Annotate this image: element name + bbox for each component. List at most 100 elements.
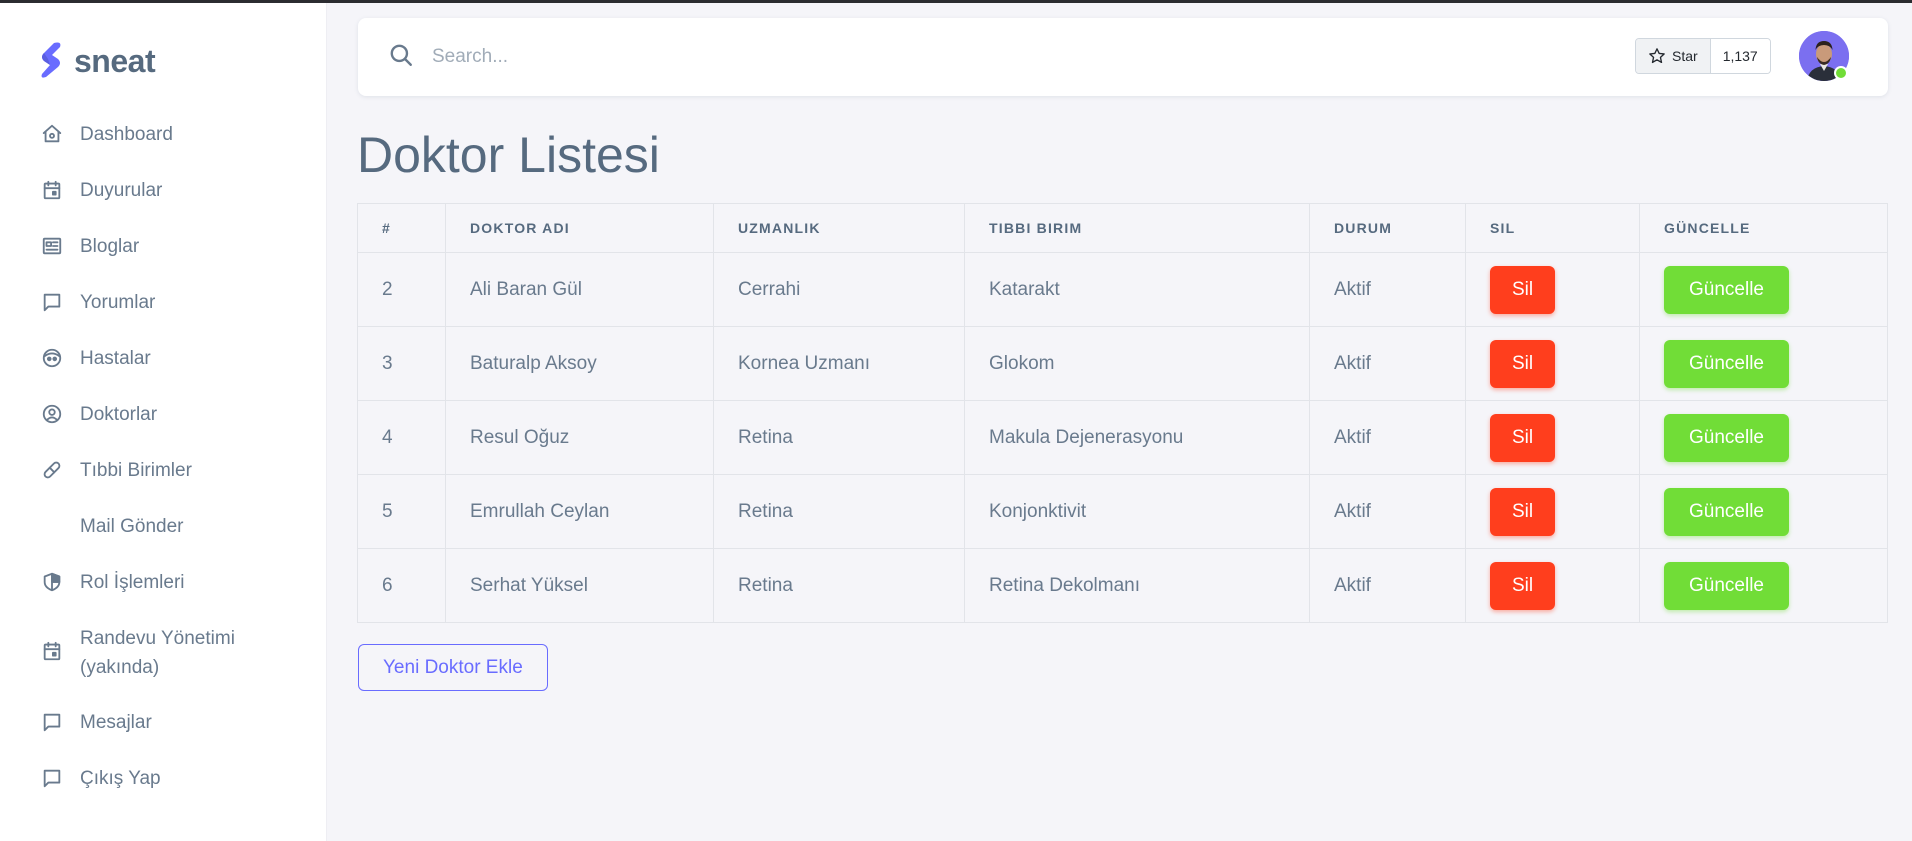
update-button[interactable]: Güncelle: [1664, 561, 1789, 610]
avatar[interactable]: [1799, 31, 1849, 81]
github-star-label: Star: [1672, 48, 1698, 64]
add-doctor-button[interactable]: Yeni Doktor Ekle: [358, 644, 548, 691]
chat-icon: [40, 710, 64, 734]
update-button[interactable]: Güncelle: [1664, 339, 1789, 388]
sidebar-item-yorumlar[interactable]: Yorumlar: [0, 275, 326, 331]
cell-specialty: Retina: [713, 548, 965, 623]
sidebar-item-label: Duyurular: [80, 180, 163, 201]
cell-unit: Katarakt: [964, 252, 1310, 327]
table-row: 3 Baturalp Aksoy Kornea Uzmanı Glokom Ak…: [357, 326, 1888, 401]
table-row: 5 Emrullah Ceylan Retina Konjonktivit Ak…: [357, 474, 1888, 549]
cell-delete: Sil: [1465, 326, 1640, 401]
cell-update: Güncelle: [1639, 326, 1888, 401]
sidebar-item-label: Hastalar: [80, 348, 151, 369]
sidebar-item-mail-gonder[interactable]: Mail Gönder: [0, 499, 326, 555]
cell-delete: Sil: [1465, 252, 1640, 327]
sidebar-item-label: Yorumlar: [80, 292, 156, 313]
column-header-specialty: UZMANLIK: [713, 203, 965, 253]
cell-name: Baturalp Aksoy: [445, 326, 714, 401]
column-header-name: DOKTOR ADI: [445, 203, 714, 253]
sidebar-item-rol-islemleri[interactable]: Rol İşlemleri: [0, 555, 326, 611]
star-icon: [1649, 48, 1665, 64]
delete-button[interactable]: Sil: [1490, 487, 1556, 536]
update-button[interactable]: Güncelle: [1664, 265, 1789, 314]
doctor-table: # DOKTOR ADI UZMANLIK TIBBI BIRIM DURUM …: [357, 203, 1888, 623]
table-row: 6 Serhat Yüksel Retina Retina Dekolmanı …: [357, 548, 1888, 623]
github-star-button[interactable]: Star: [1636, 39, 1711, 73]
cell-unit: Konjonktivit: [964, 474, 1310, 549]
cell-delete: Sil: [1465, 474, 1640, 549]
cell-id: 2: [357, 252, 446, 327]
cell-name: Resul Oğuz: [445, 400, 714, 475]
sidebar-menu: Dashboard Duyurular Bloglar Yorumlar Has…: [0, 107, 326, 807]
sidebar-item-cikis-yap[interactable]: Çıkış Yap: [0, 751, 326, 807]
sidebar: sneat Dashboard Duyurular Bloglar Yoruml…: [0, 3, 326, 841]
sidebar-item-label-line2: (yakında): [80, 657, 160, 678]
chat-icon: [40, 766, 64, 790]
cell-specialty: Retina: [713, 400, 965, 475]
column-header-id: #: [357, 203, 446, 253]
sidebar-item-dashboard[interactable]: Dashboard: [0, 107, 326, 163]
delete-button[interactable]: Sil: [1490, 265, 1556, 314]
sidebar-item-mesajlar[interactable]: Mesajlar: [0, 695, 326, 751]
cell-specialty: Kornea Uzmanı: [713, 326, 965, 401]
column-header-delete: SIL: [1465, 203, 1640, 253]
cell-id: 6: [357, 548, 446, 623]
sidebar-item-label: Rol İşlemleri: [80, 572, 185, 593]
cell-status: Aktif: [1309, 400, 1466, 475]
sidebar-item-label-line1: Randevu Yönetimi: [80, 628, 235, 649]
cell-unit: Retina Dekolmanı: [964, 548, 1310, 623]
search-input[interactable]: [430, 38, 1134, 76]
brand[interactable]: sneat: [38, 41, 156, 81]
cell-specialty: Retina: [713, 474, 965, 549]
sidebar-item-label: Çıkış Yap: [80, 768, 161, 789]
github-star-count[interactable]: 1,137: [1710, 39, 1770, 73]
cell-update: Güncelle: [1639, 252, 1888, 327]
cell-update: Güncelle: [1639, 548, 1888, 623]
delete-button[interactable]: Sil: [1490, 413, 1556, 462]
cell-name: Emrullah Ceylan: [445, 474, 714, 549]
sidebar-item-hastalar[interactable]: Hastalar: [0, 331, 326, 387]
cell-name: Ali Baran Gül: [445, 252, 714, 327]
search-icon[interactable]: [388, 42, 416, 70]
update-button[interactable]: Güncelle: [1664, 487, 1789, 536]
cell-update: Güncelle: [1639, 474, 1888, 549]
delete-button[interactable]: Sil: [1490, 339, 1556, 388]
cell-update: Güncelle: [1639, 400, 1888, 475]
sidebar-item-label: Bloglar: [80, 236, 140, 257]
shield-icon: [40, 570, 64, 594]
online-status-dot: [1834, 66, 1848, 80]
table-header-row: # DOKTOR ADI UZMANLIK TIBBI BIRIM DURUM …: [357, 203, 1888, 253]
column-header-unit: TIBBI BIRIM: [964, 203, 1310, 253]
sidebar-item-label: Doktorlar: [80, 404, 158, 425]
cell-id: 5: [357, 474, 446, 549]
sidebar-item-label: Tıbbi Birimler: [80, 460, 192, 481]
user-circle-icon: [40, 402, 64, 426]
cell-name: Serhat Yüksel: [445, 548, 714, 623]
home-icon: [40, 122, 64, 146]
sidebar-item-duyurular[interactable]: Duyurular: [0, 163, 326, 219]
cell-unit: Glokom: [964, 326, 1310, 401]
cell-specialty: Cerrahi: [713, 252, 965, 327]
sidebar-item-randevu[interactable]: Randevu Yönetimi (yakında): [0, 611, 326, 695]
cell-delete: Sil: [1465, 548, 1640, 623]
cell-id: 3: [357, 326, 446, 401]
sidebar-item-label: Mesajlar: [80, 712, 152, 733]
sidebar-item-bloglar[interactable]: Bloglar: [0, 219, 326, 275]
sidebar-item-tibbi-birimler[interactable]: Tıbbi Birimler: [0, 443, 326, 499]
cell-status: Aktif: [1309, 326, 1466, 401]
sidebar-item-doktorlar[interactable]: Doktorlar: [0, 387, 326, 443]
column-header-status: DURUM: [1309, 203, 1466, 253]
column-header-update: GÜNCELLE: [1639, 203, 1888, 253]
sneat-logo-icon: [41, 42, 61, 78]
doctor-table-wrapper: # DOKTOR ADI UZMANLIK TIBBI BIRIM DURUM …: [357, 203, 1888, 623]
cell-status: Aktif: [1309, 252, 1466, 327]
update-button[interactable]: Güncelle: [1664, 413, 1789, 462]
cell-status: Aktif: [1309, 548, 1466, 623]
delete-button[interactable]: Sil: [1490, 561, 1556, 610]
cell-status: Aktif: [1309, 474, 1466, 549]
cell-delete: Sil: [1465, 400, 1640, 475]
cell-id: 4: [357, 400, 446, 475]
face-icon: [40, 346, 64, 370]
top-navbar: Star 1,137: [358, 18, 1888, 96]
